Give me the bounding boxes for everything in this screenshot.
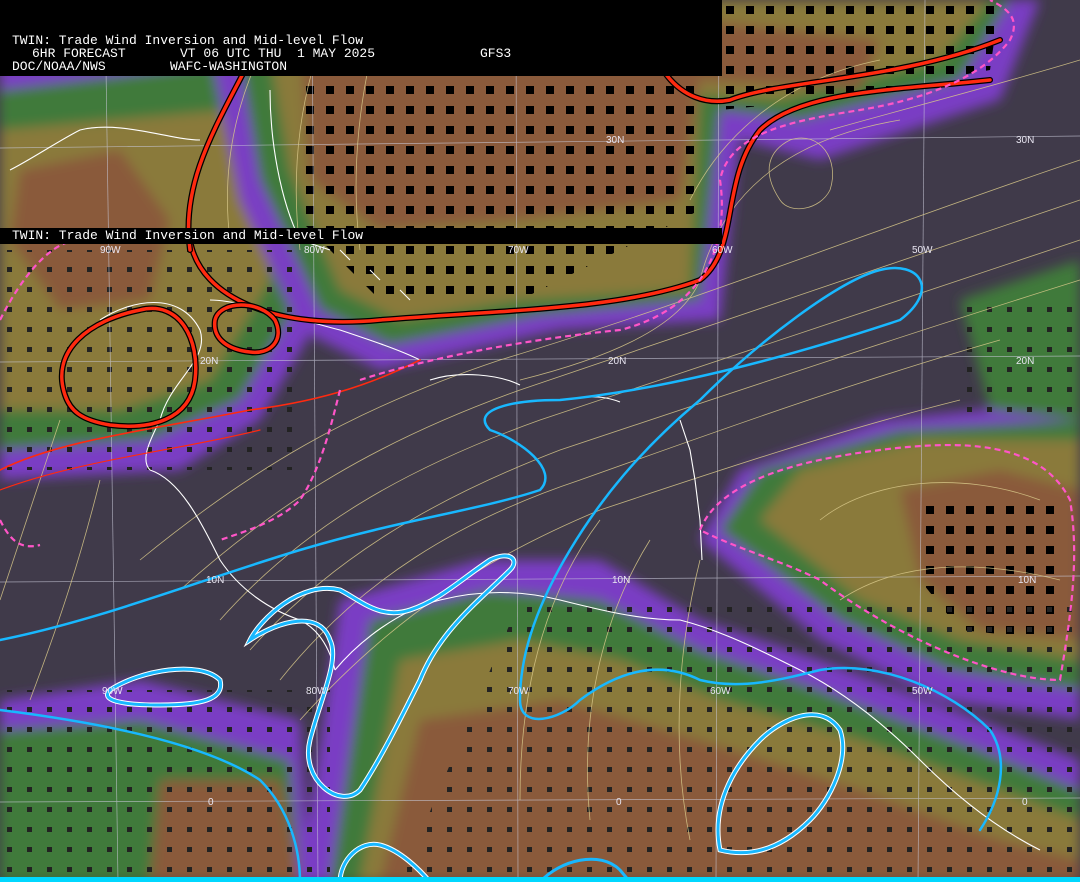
label-0-east: 0 [1022, 797, 1028, 808]
center: WAFC-WASHINGTON [170, 59, 288, 74]
twin-map: 30N 30N 20N 20N 20N 10N 10N 10N 0 0 0 90… [0, 0, 1080, 882]
label-10n-mid: 10N [612, 575, 630, 586]
label-80w-bottom: 80W [306, 686, 327, 697]
header-panel: TWIN: Trade Wind Inversion and Mid-level… [0, 0, 722, 76]
label-20n-east: 20N [1016, 356, 1034, 367]
label-50w-top: 50W [912, 245, 933, 256]
agency: DOC/NOAA/NWS [12, 59, 106, 74]
header-repeat-title: TWIN: Trade Wind Inversion and Mid-level… [12, 228, 364, 243]
label-90w-top: 90W [100, 245, 121, 256]
header-repeat-bar: TWIN: Trade Wind Inversion and Mid-level… [0, 228, 722, 244]
label-80w-top: 80W [304, 245, 325, 256]
label-60w-bottom: 60W [710, 686, 731, 697]
label-30n-west: 30N [606, 135, 624, 146]
map-canvas: 30N 30N 20N 20N 20N 10N 10N 10N 0 0 0 90… [0, 0, 1080, 882]
label-30n-east: 30N [1016, 135, 1034, 146]
label-10n-east: 10N [1018, 575, 1036, 586]
label-70w-top: 70W [508, 245, 529, 256]
bottom-edge-bar [0, 877, 1080, 882]
header-agency-line: DOC/NOAA/NWS WAFC-WASHINGTON [12, 60, 287, 109]
label-50w-bottom: 50W [912, 686, 933, 697]
model-name: GFS3 [480, 46, 512, 61]
label-20n-mid: 20N [608, 356, 626, 367]
label-70w-bottom: 70W [508, 686, 529, 697]
label-0-mid: 0 [616, 797, 622, 808]
label-20n-west: 20N [200, 356, 218, 367]
label-0-west: 0 [208, 797, 214, 808]
label-10n-west: 10N [206, 575, 224, 586]
label-90w-bottom: 90W [102, 686, 123, 697]
label-60w-top: 60W [712, 245, 733, 256]
